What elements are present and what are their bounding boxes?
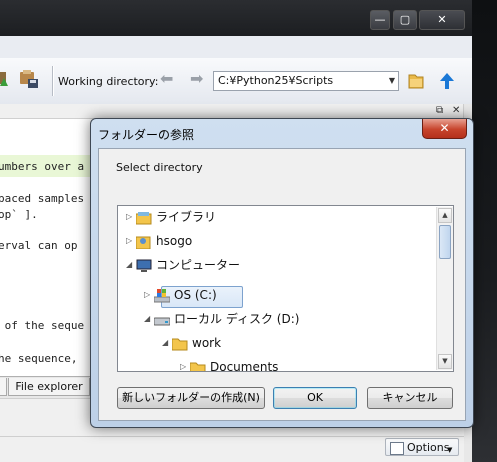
expand-arrow-icon[interactable]: ▷ (126, 230, 132, 252)
hard-drive-icon (153, 312, 171, 326)
editor-pane-header: ⧉ ✕ (0, 104, 472, 119)
expand-arrow-icon[interactable]: ▷ (144, 284, 150, 306)
browse-folder-icon[interactable] (407, 71, 425, 91)
working-directory-combobox[interactable]: C:¥Python25¥Scripts ▼ (213, 71, 399, 91)
code-line: umbers over a (0, 160, 85, 173)
undock-icon[interactable]: ⧉ (436, 104, 443, 118)
folder-tree[interactable]: ▷ ライブラリ ▷ hsogo ◢ コンピューター ▷ OS (C:) ◢ ロー… (117, 205, 454, 372)
dialog-title: フォルダーの参照 (98, 128, 195, 142)
folder-icon (171, 336, 188, 351)
working-directory-value: C:¥Python25¥Scripts (218, 74, 334, 87)
collapse-arrow-icon[interactable]: ◢ (144, 308, 150, 330)
list-icon (390, 442, 404, 455)
tree-item-label: OS (C:) (174, 288, 217, 302)
window-titlebar: — ▢ ✕ (0, 0, 472, 36)
tree-item-label: コンピューター (156, 258, 241, 272)
working-directory-label: Working directory: (58, 75, 159, 88)
tree-item-label: hsogo (156, 234, 193, 248)
collapse-arrow-icon[interactable]: ◢ (126, 254, 132, 276)
close-pane-icon[interactable]: ✕ (452, 104, 460, 118)
save-icon[interactable] (18, 68, 40, 90)
options-label: Options (407, 441, 450, 454)
forward-arrow-icon[interactable]: ➡ (190, 71, 206, 88)
desktop-background (472, 0, 497, 462)
collapse-arrow-icon[interactable]: ◢ (162, 332, 168, 354)
new-folder-button[interactable]: 新しいフォルダーの作成(N) (117, 387, 265, 409)
code-line: of the seque (0, 319, 85, 332)
tree-scrollbar[interactable]: ▲ ▼ (436, 207, 453, 370)
expand-arrow-icon[interactable]: ▷ (126, 206, 132, 228)
back-arrow-icon[interactable]: ⬅ (160, 71, 176, 88)
computer-icon (136, 258, 152, 272)
code-line: op` ]. (0, 208, 38, 221)
tree-item-label: work (192, 336, 222, 350)
tree-item-label: ライブラリ (156, 210, 217, 224)
dialog-close-button[interactable]: ✕ (422, 119, 467, 139)
tree-item-label: ローカル ディスク (D:) (174, 312, 300, 326)
tab-hidden[interactable] (0, 378, 7, 396)
dialog-client-area: Select directory ▷ ライブラリ ▷ hsogo ◢ コンピュー… (98, 148, 466, 421)
chevron-down-icon[interactable]: ▼ (389, 72, 395, 90)
tab-file-explorer[interactable]: File explorer (8, 378, 90, 396)
cancel-button[interactable]: キャンセル (367, 387, 453, 409)
dialog-prompt: Select directory (116, 161, 203, 174)
expand-arrow-icon[interactable]: ▷ (180, 356, 186, 371)
menu-band (0, 36, 472, 59)
user-folder-icon (135, 234, 152, 250)
toolbar-separator (52, 66, 54, 96)
library-icon (135, 210, 152, 225)
run-icon[interactable] (0, 68, 10, 90)
tree-item-label: Documents (210, 360, 279, 372)
code-line: he sequence, (0, 352, 78, 365)
code-line: paced samples (0, 192, 85, 205)
code-line: erval can op (0, 239, 78, 252)
parent-directory-icon[interactable] (439, 72, 455, 90)
maximize-button[interactable]: ▢ (393, 10, 417, 30)
folder-icon (189, 360, 206, 371)
scroll-down-icon[interactable]: ▼ (438, 354, 452, 369)
browse-folder-dialog: フォルダーの参照 ✕ Select directory ▷ ライブラリ ▷ hs… (90, 118, 474, 428)
scroll-up-icon[interactable]: ▲ (438, 208, 452, 223)
windows-drive-icon (153, 288, 171, 303)
scroll-thumb[interactable] (439, 225, 451, 259)
ok-button[interactable]: OK (273, 387, 357, 409)
close-window-button[interactable]: ✕ (419, 10, 465, 30)
chevron-down-icon: ▼ (447, 446, 453, 454)
minimize-button[interactable]: — (370, 10, 390, 30)
options-button[interactable]: Options ▼ (385, 438, 459, 456)
